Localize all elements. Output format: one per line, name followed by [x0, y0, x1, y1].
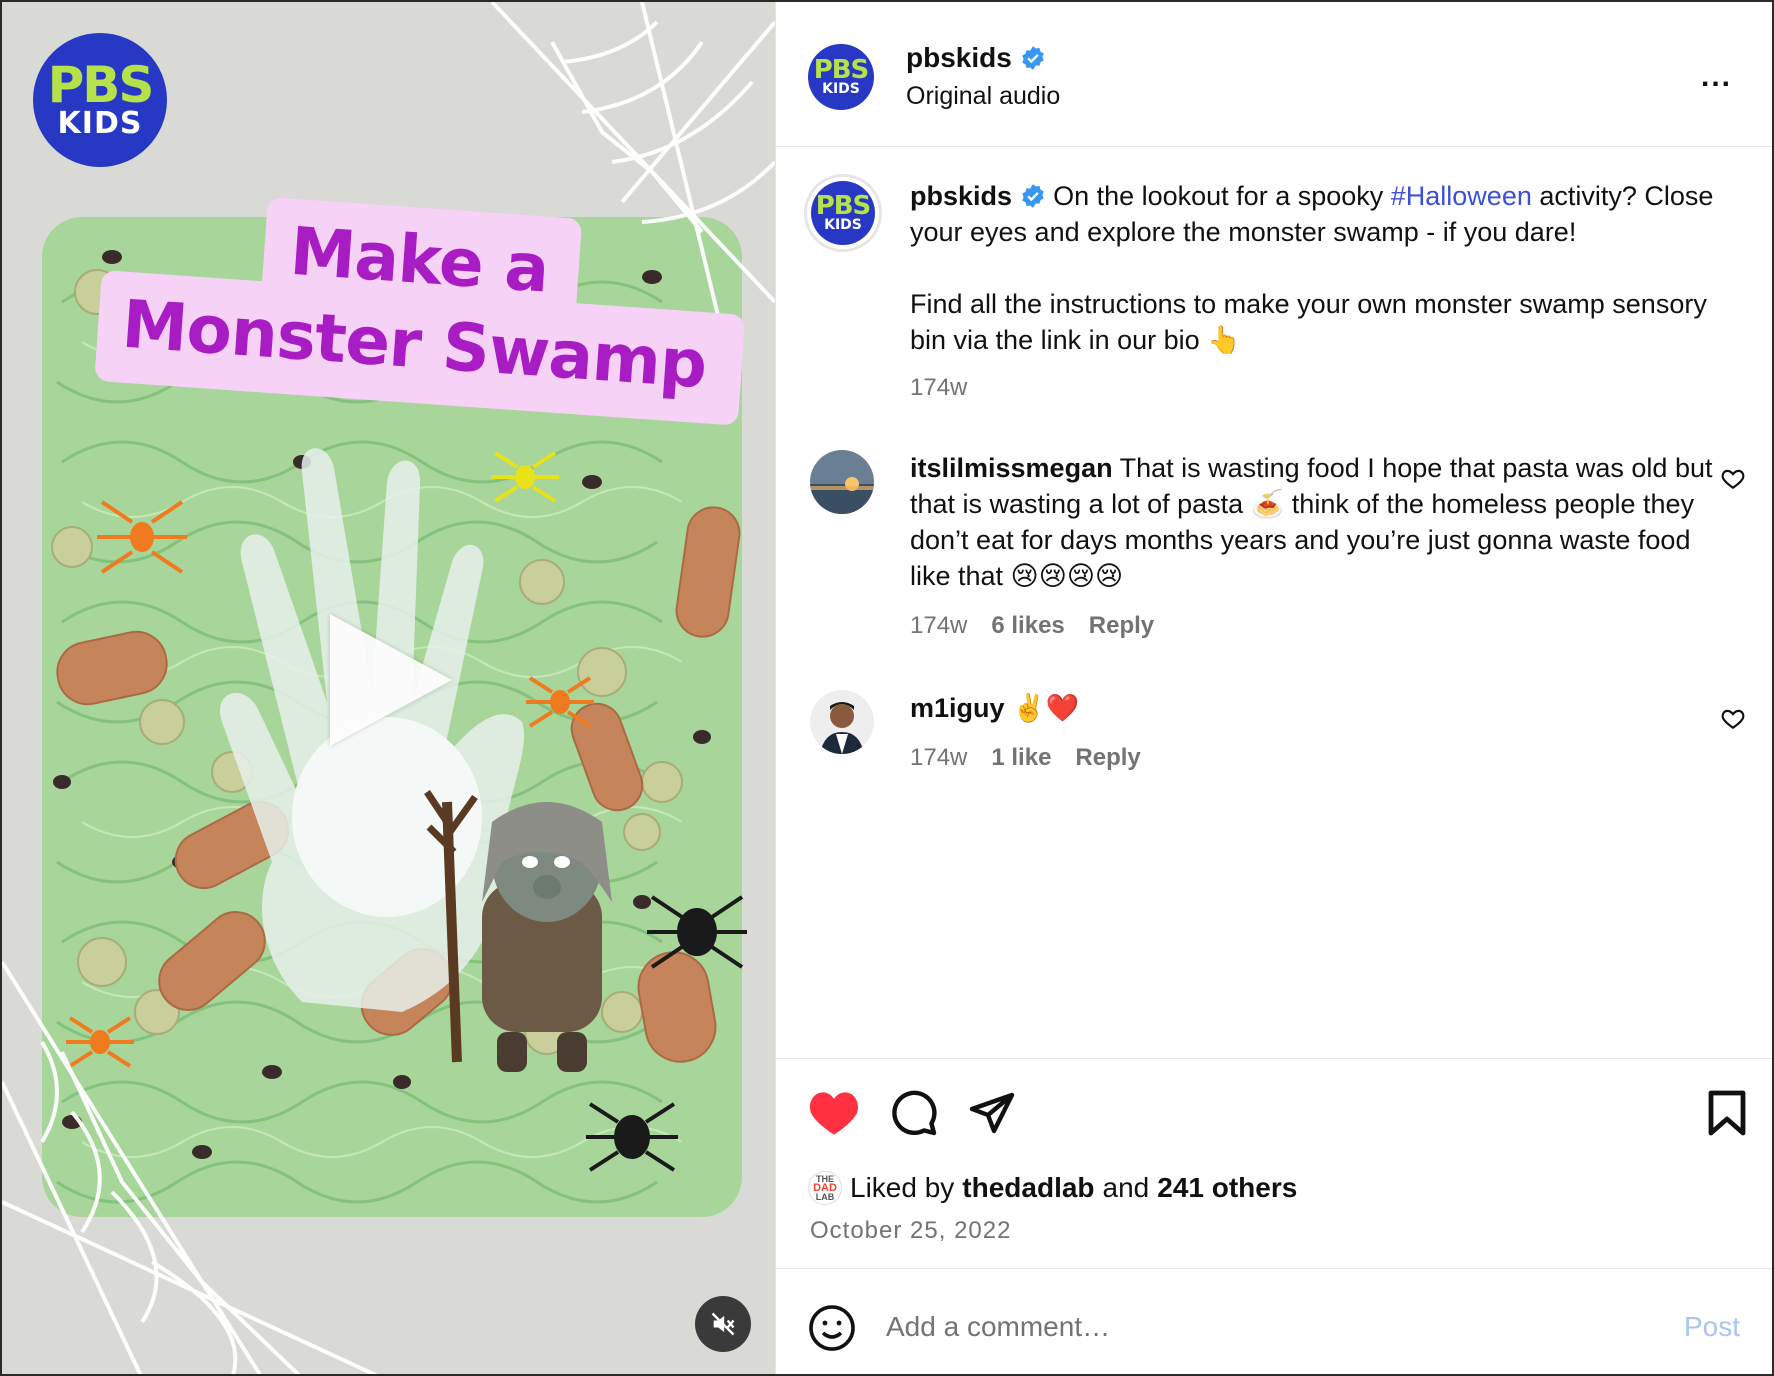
caption-age[interactable]: 174w	[910, 374, 967, 402]
reply-button[interactable]: Reply	[1089, 612, 1154, 640]
caption-avatar-line1: PBS	[815, 191, 872, 221]
post-date[interactable]: October 25, 2022	[810, 1217, 1011, 1245]
video-player[interactable]: PBS KIDS Make a Monster Swamp	[2, 2, 775, 1374]
comment-icon[interactable]	[890, 1089, 938, 1137]
caption-avatar[interactable]: PBS KIDS	[804, 174, 882, 252]
commenter-avatar[interactable]	[810, 450, 874, 514]
comment-input[interactable]	[886, 1301, 1646, 1353]
liker-avatar-line3: LAB	[815, 1191, 835, 1202]
likes-summary: THE DAD LAB Liked by thedadlab and 241 o…	[808, 1171, 1297, 1205]
comment-age[interactable]: 174w	[910, 612, 967, 640]
verified-badge-icon	[1021, 184, 1044, 208]
likes-joiner: and	[1102, 1172, 1150, 1203]
comment-username[interactable]: m1iguy	[910, 693, 1005, 723]
liker-avatar[interactable]: THE DAD LAB	[808, 1171, 842, 1205]
author-name-row: pbskids	[906, 42, 1046, 74]
comment-text: itslilmissmegan That is wasting food I h…	[910, 450, 1730, 594]
caption-hashtag[interactable]: #Halloween	[1391, 181, 1532, 211]
share-icon[interactable]	[968, 1089, 1016, 1137]
comment-meta: 174w 1 like Reply	[910, 744, 1141, 772]
comment-text: m1iguy ✌️❤️	[910, 690, 1730, 726]
liker-username[interactable]: thedadlab	[962, 1172, 1094, 1204]
caption-meta: 174w	[910, 374, 967, 402]
logo-line1: PBS	[47, 56, 155, 114]
post-comment-button[interactable]: Post	[1684, 1311, 1740, 1343]
muted-speaker-icon	[711, 1312, 735, 1336]
post-details-panel: PBS KIDS pbskids Original audio ... PBS …	[775, 2, 1772, 1374]
likes-others[interactable]: 241 others	[1157, 1172, 1297, 1204]
author-avatar-line1: PBS	[813, 55, 870, 85]
audio-label[interactable]: Original audio	[906, 82, 1060, 111]
post-header: PBS KIDS pbskids Original audio ...	[776, 2, 1772, 147]
caption-text: pbskids On the lookout for a spooky #Hal…	[910, 178, 1730, 358]
like-comment-heart-icon[interactable]	[1720, 466, 1746, 492]
reply-button[interactable]: Reply	[1075, 744, 1140, 772]
post-actions: THE DAD LAB Liked by thedadlab and 241 o…	[776, 1058, 1772, 1268]
author-avatar-line2: KIDS	[822, 81, 860, 97]
bookmark-icon[interactable]	[1706, 1089, 1748, 1137]
author-username[interactable]: pbskids	[906, 42, 1012, 74]
play-icon[interactable]	[330, 614, 452, 746]
caption-avatar-line2: KIDS	[824, 217, 862, 233]
comment-meta: 174w 6 likes Reply	[910, 612, 1154, 640]
logo-line2: KIDS	[57, 106, 143, 141]
caption-paragraph2: Find all the instructions to make your o…	[910, 289, 1707, 355]
verified-badge-icon	[1022, 46, 1044, 70]
comment-body: ✌️❤️	[1012, 693, 1080, 723]
pbs-kids-logo: PBS KIDS	[33, 33, 167, 167]
comments-thread[interactable]: PBS KIDS pbskids On the lookout for a sp…	[776, 148, 1772, 1058]
commenter-avatar[interactable]	[810, 690, 874, 754]
caption-body-start: On the lookout for a spooky	[1053, 181, 1391, 211]
like-comment-heart-icon[interactable]	[1720, 706, 1746, 732]
add-comment-bar: Post	[776, 1268, 1772, 1374]
comment-username[interactable]: itslilmissmegan	[910, 453, 1113, 483]
comment-likes[interactable]: 6 likes	[991, 612, 1064, 640]
comment-age[interactable]: 174w	[910, 744, 967, 772]
liked-heart-icon[interactable]	[808, 1089, 860, 1137]
author-avatar[interactable]: PBS KIDS	[808, 44, 874, 110]
likes-prefix: Liked by	[850, 1172, 955, 1203]
emoji-icon[interactable]	[808, 1304, 856, 1352]
caption-username[interactable]: pbskids	[910, 181, 1012, 211]
mute-button[interactable]	[695, 1296, 751, 1352]
comment-likes[interactable]: 1 like	[991, 744, 1051, 772]
more-options-button[interactable]: ...	[1701, 62, 1732, 92]
post-modal: PBS KIDS Make a Monster Swamp PBS KIDS p…	[0, 0, 1774, 1376]
